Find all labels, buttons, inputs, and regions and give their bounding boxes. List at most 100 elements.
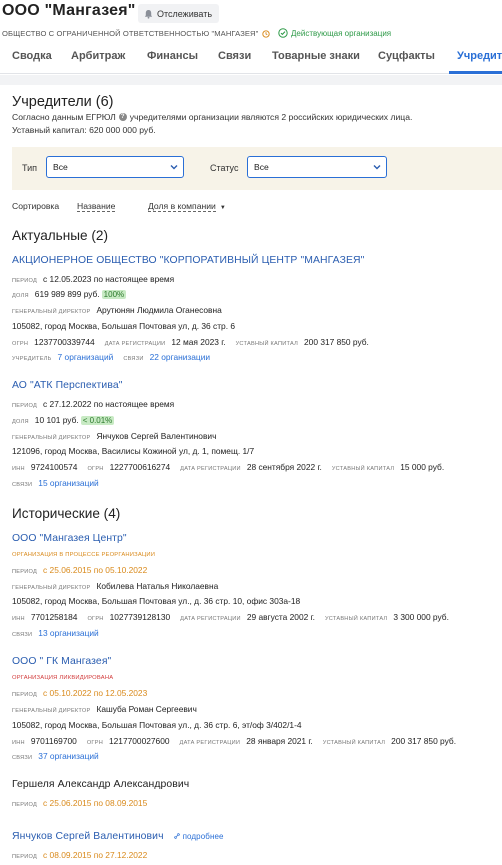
ogrn-label: огрн — [87, 616, 104, 622]
type-select-value: Все — [53, 162, 68, 172]
track-button-label: Отслеживать — [157, 8, 213, 19]
relations-row: связи 13 организаций — [12, 628, 109, 638]
director-label: генеральный директор — [12, 708, 91, 714]
status-select[interactable]: Все — [247, 156, 387, 178]
reg-date-label: дата регистрации — [180, 466, 241, 472]
share-label: доля — [12, 419, 29, 425]
links-count-link[interactable]: 22 организации — [150, 352, 210, 362]
links-label: связи — [12, 482, 33, 488]
tab-finance[interactable]: Финансы — [147, 50, 198, 62]
tab-arbitration[interactable]: Арбитраж — [71, 50, 125, 62]
capital-value: 200 317 850 руб. — [304, 337, 369, 347]
status-select-value: Все — [254, 162, 269, 172]
period-label: период — [12, 854, 38, 860]
founder-link[interactable]: ООО "Мангазея Центр" — [12, 533, 127, 544]
note-text: Согласно данным ЕГРЮЛ — [12, 112, 116, 122]
type-select[interactable]: Все — [46, 156, 184, 178]
period-label: период — [12, 403, 38, 409]
capital-label: уставный капитал — [324, 616, 388, 622]
divider — [0, 75, 502, 85]
director-row: генеральный директор Арутюнян Людмила Ог… — [12, 305, 232, 315]
clock-icon[interactable] — [262, 29, 271, 38]
director-label: генеральный директор — [12, 585, 91, 591]
share-value: 619 989 899 руб. — [34, 289, 100, 299]
capital-label: уставный капитал — [322, 740, 386, 746]
sort-direction-icon: ▼ — [219, 205, 226, 211]
founder-person-link[interactable]: Янчуков Сергей Валентинович — [12, 831, 164, 842]
period-value: с 25.06.2015 по 08.09.2015 — [43, 798, 148, 808]
tab-bar: Сводка Арбитраж Финансы Связи Товарные з… — [0, 44, 502, 74]
historical-heading: Исторические (4) — [12, 506, 121, 521]
address-value: 105082, город Москва, Большая Почтовая у… — [12, 596, 301, 606]
relations-row: связи 15 организаций — [12, 478, 109, 488]
active-tab-indicator — [449, 71, 502, 74]
inn-value: 7701258184 — [30, 612, 78, 622]
help-icon[interactable]: ? — [118, 113, 127, 121]
inn-label: инн — [12, 466, 25, 472]
share-percent-badge: < 0.01% — [80, 416, 115, 425]
tab-summary[interactable]: Сводка — [12, 50, 52, 62]
links-count-link[interactable]: 15 организаций — [38, 478, 98, 488]
more-link-label: подробнее — [182, 832, 224, 841]
director-label: генеральный директор — [12, 309, 91, 315]
note-text-rest: учредителями организации являются 2 росс… — [129, 112, 413, 122]
director-row: генеральный директор Кобилева Наталья Ни… — [12, 581, 228, 591]
ogrn-value: 1237700339744 — [34, 337, 95, 347]
requisites-row: огрн 1237700339744 дата регистрации 12 м… — [12, 337, 379, 347]
links-count-link[interactable]: 37 организаций — [38, 751, 98, 761]
reg-date-value: 12 мая 2023 г. — [171, 337, 226, 347]
founder-count-link[interactable]: 7 организаций — [58, 352, 114, 362]
ogrn-label: огрн — [87, 466, 104, 472]
tab-links[interactable]: Связи — [218, 50, 251, 62]
status-filter-label: Статус — [210, 163, 239, 173]
bell-icon — [144, 9, 153, 19]
sort-by-name[interactable]: Название — [77, 201, 116, 212]
company-header: ООО "Мангазея" Отслеживать ОБЩЕСТВО С ОГ… — [0, 0, 502, 74]
company-full-name-text: ОБЩЕСТВО С ОГРАНИЧЕННОЙ ОТВЕТСТВЕННОСТЬЮ… — [2, 29, 259, 38]
company-full-name: ОБЩЕСТВО С ОГРАНИЧЕННОЙ ОТВЕТСТВЕННОСТЬЮ… — [2, 29, 271, 38]
founder-link[interactable]: ООО " ГК Мангазея" — [12, 656, 111, 667]
tab-facts[interactable]: Суцфакты — [378, 50, 435, 62]
period-label: период — [12, 802, 38, 808]
ogrn-value: 1027739128130 — [109, 612, 171, 622]
links-count-link[interactable]: 13 организаций — [38, 628, 98, 638]
address-row: 121096, город Москва, Василисы Кожиной у… — [12, 446, 264, 456]
capital-value: 3 300 000 руб. — [393, 612, 449, 622]
requisites-row: инн 9724100574 огрн 1227700616274 дата р… — [12, 462, 444, 472]
more-link[interactable]: подробнее — [173, 832, 224, 841]
address-value: 105082, город Москва, Большая Почтовая у… — [12, 720, 302, 730]
reg-date-label: дата регистрации — [104, 341, 166, 347]
inn-value: 9701169700 — [30, 736, 77, 746]
share-row: доля 619 989 899 руб. 100% — [12, 289, 127, 299]
reg-date-value: 28 сентября 2022 г. — [246, 462, 322, 472]
period-row: период с 05.10.2022 по 12.05.2023 — [12, 688, 157, 698]
charter-capital: Уставный капитал: 620 000 000 руб. — [12, 125, 156, 135]
founders-section: Учредители (6) Согласно данным ЕГРЮЛ ? у… — [0, 85, 502, 865]
period-row: период с 25.06.2015 по 05.10.2022 — [12, 565, 157, 575]
status-text: Действующая организация — [291, 28, 392, 38]
period-value: с 25.06.2015 по 05.10.2022 — [43, 565, 148, 575]
links-label: связи — [12, 755, 33, 761]
sort-by-share[interactable]: Доля в компании ▼ — [148, 201, 226, 212]
address-row: 105082, город Москва, Большая Почтовая у… — [12, 720, 312, 730]
reg-date-label: дата регистрации — [180, 616, 241, 622]
period-value: с 08.09.2015 по 27.12.2022 — [43, 850, 148, 860]
address-value: 105082, город Москва, Большая Почтовая у… — [12, 321, 236, 331]
period-value: с 27.12.2022 по настоящее время — [43, 399, 175, 409]
director-row: генеральный директор Янчуков Сергей Вале… — [12, 431, 226, 441]
ogrn-value: 1227700616274 — [109, 462, 171, 472]
link-icon — [173, 833, 180, 839]
share-label: доля — [12, 293, 29, 299]
founder-link[interactable]: АО "АТК Перспектива" — [12, 380, 123, 391]
period-value: с 05.10.2022 по 12.05.2023 — [43, 688, 148, 698]
period-row: период с 12.05.2023 по настоящее время — [12, 274, 184, 284]
ogrn-label: огрн — [12, 341, 29, 347]
founder-person-name: Гершеля Александр Александрович — [12, 779, 190, 790]
check-circle-icon — [278, 28, 288, 38]
director-value: Кобилева Наталья Николаевна — [96, 581, 219, 591]
founder-link[interactable]: АКЦИОНЕРНОЕ ОБЩЕСТВО "КОРПОРАТИВНЫЙ ЦЕНТ… — [12, 255, 364, 266]
tab-trademarks[interactable]: Товарные знаки — [272, 50, 360, 62]
track-button[interactable]: Отслеживать — [138, 4, 220, 23]
capital-value: 15 000 руб. — [400, 462, 445, 472]
tab-founders[interactable]: Учредители — [457, 50, 502, 62]
